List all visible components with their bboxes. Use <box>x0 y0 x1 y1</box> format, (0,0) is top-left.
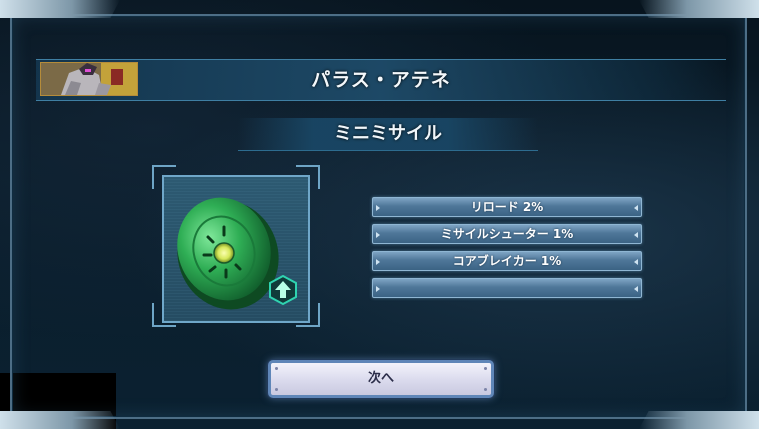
bar-marker <box>634 259 638 265</box>
character-portrait <box>40 62 138 96</box>
bar-marker <box>634 232 638 238</box>
skill-label: ミサイルシューター 1% <box>440 227 574 241</box>
portrait-image <box>41 63 137 95</box>
bar-marker <box>634 205 638 211</box>
upgrade-arrow-icon <box>269 275 297 305</box>
character-title-bar: パラス・アテネ <box>36 59 726 101</box>
skill-row: ミサイルシューター 1% <box>372 224 642 244</box>
frame-corner-bottom-left <box>0 411 120 429</box>
skill-label: コアブレイカー 1% <box>452 254 562 268</box>
character-name: パラス・アテネ <box>311 69 451 91</box>
skill-row: リロード 2% <box>372 197 642 217</box>
skill-row-empty <box>372 278 642 298</box>
item-title-bar: ミニミサイル <box>238 118 538 151</box>
bar-marker <box>634 286 638 292</box>
item-panel <box>152 165 320 327</box>
skill-row: コアブレイカー 1% <box>372 251 642 271</box>
item-name: ミニミサイル <box>334 123 442 144</box>
bar-marker <box>376 286 380 292</box>
skill-list: リロード 2% ミサイルシューター 1% コアブレイカー 1% <box>372 197 642 305</box>
item-image-box <box>162 175 310 323</box>
next-button[interactable]: 次へ <box>268 360 494 398</box>
skill-label: リロード 2% <box>470 200 544 214</box>
frame-corner-top-left <box>0 0 120 18</box>
next-button-label: 次へ <box>367 371 394 386</box>
frame-corner-top-right <box>639 0 759 18</box>
frame-corner-bottom-right <box>639 411 759 429</box>
